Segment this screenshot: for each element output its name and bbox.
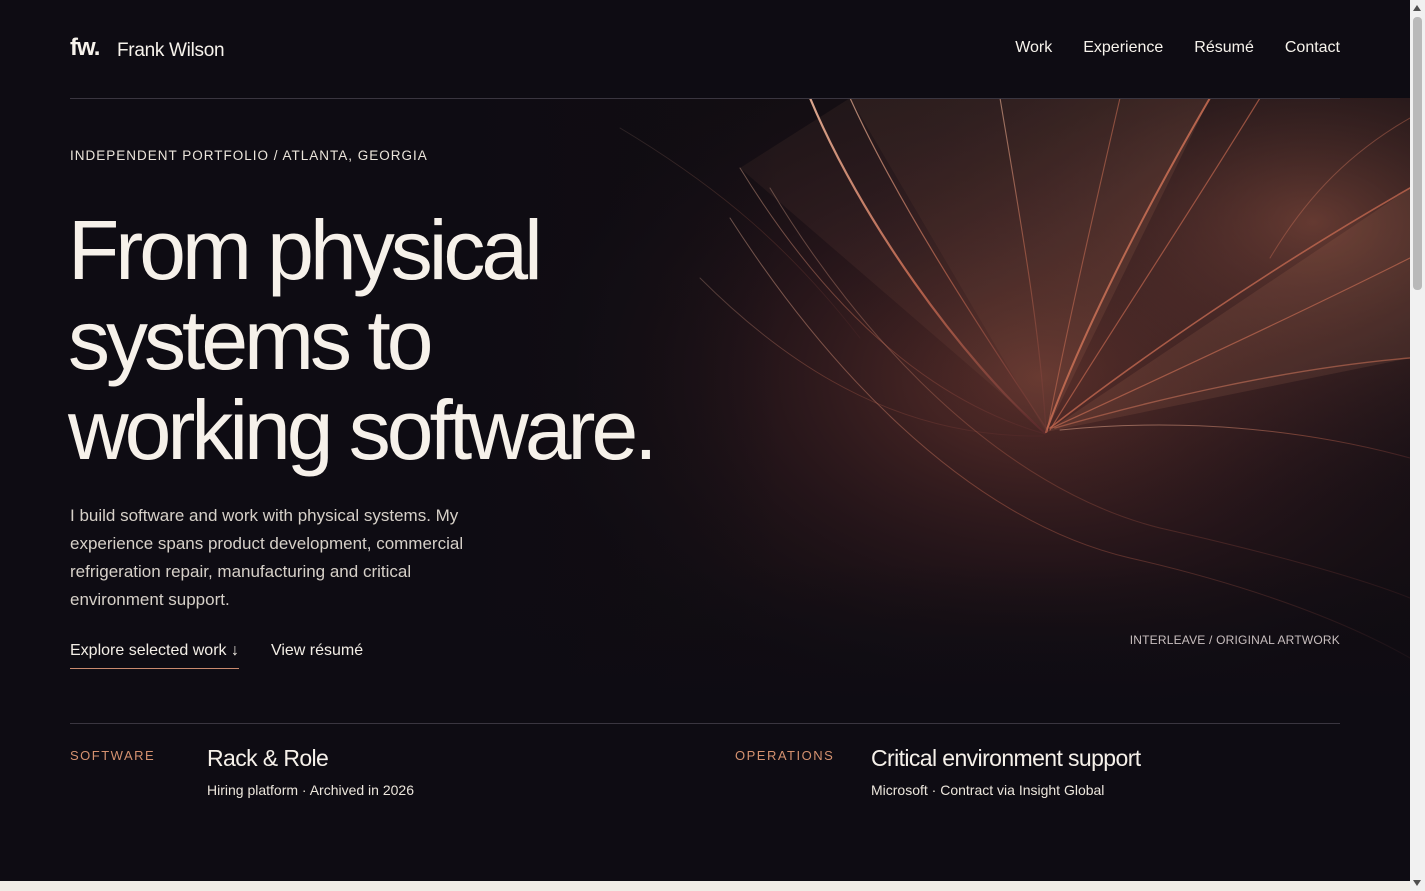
main-nav: Work Experience Résumé Contact — [1015, 39, 1340, 57]
site-header: fw. Frank Wilson Work Experience Résumé … — [70, 0, 1340, 99]
hero-cta-row: Explore selected work ↓ View résumé — [70, 642, 363, 669]
nav-work-link[interactable]: Work — [1015, 39, 1052, 57]
page-scrollbar[interactable] — [1410, 0, 1425, 891]
scrollbar-thumb[interactable] — [1413, 17, 1422, 290]
hero-intro: I build software and work with physical … — [70, 506, 464, 609]
headline-line: working software. — [68, 383, 658, 477]
logo-name[interactable]: Frank Wilson — [117, 40, 225, 62]
feature-meta: Microsoft · Contract via Insight Global — [871, 782, 1105, 798]
headline-line: From physical — [68, 203, 543, 297]
section-divider — [70, 723, 1340, 724]
feature-tag: OPERATIONS — [735, 748, 835, 763]
view-resume-link[interactable]: View résumé — [271, 642, 363, 669]
explore-work-link[interactable]: Explore selected work ↓ — [70, 642, 239, 669]
nav-resume-link[interactable]: Résumé — [1194, 39, 1254, 57]
scroll-down-arrow-icon[interactable] — [1413, 880, 1421, 886]
feature-title[interactable]: Critical environment support — [871, 745, 1141, 772]
next-section-edge — [0, 881, 1410, 891]
artwork-caption: INTERLEAVE / ORIGINAL ARTWORK — [1129, 633, 1340, 647]
nav-experience-link[interactable]: Experience — [1083, 39, 1163, 57]
scroll-up-arrow-icon[interactable] — [1413, 5, 1421, 11]
feature-meta: Hiring platform · Archived in 2026 — [207, 782, 414, 798]
feature-tag: SOFTWARE — [70, 748, 156, 763]
headline-line: systems to — [68, 293, 433, 387]
logo-mark[interactable]: fw. — [70, 34, 100, 62]
hero-eyebrow: INDEPENDENT PORTFOLIO / ATLANTA, GEORGIA — [70, 148, 428, 163]
hero-headline: From physical systems to working softwar… — [68, 205, 708, 475]
nav-contact-link[interactable]: Contact — [1285, 39, 1340, 57]
page-viewport: fw. Frank Wilson Work Experience Résumé … — [0, 0, 1410, 881]
feature-title[interactable]: Rack & Role — [207, 745, 329, 772]
